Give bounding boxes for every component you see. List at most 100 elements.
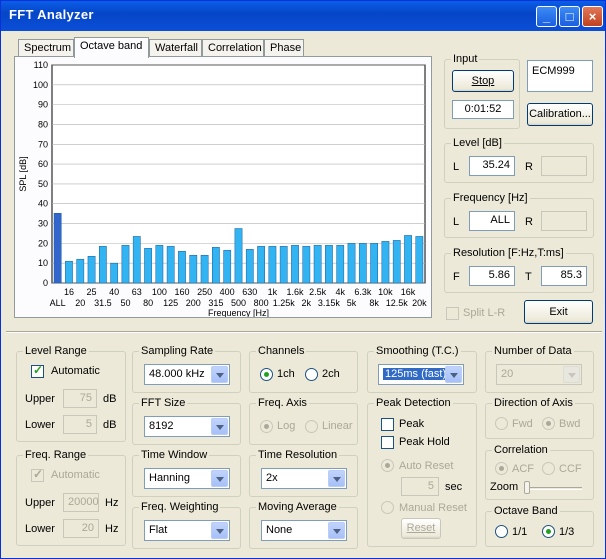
elapsed-time: 0:01:52 [452, 100, 514, 119]
tab-octave-band[interactable]: Octave band [74, 37, 149, 58]
time-window-select[interactable]: Hanning [144, 468, 230, 489]
manual-reset-radio[interactable] [381, 501, 394, 514]
bar [110, 262, 119, 284]
octave-1-1-radio[interactable] [495, 525, 508, 538]
chevron-down-icon[interactable] [328, 522, 345, 539]
chevron-down-icon[interactable] [211, 366, 228, 383]
peak-hold-checkbox[interactable] [381, 436, 394, 449]
chevron-down-icon[interactable] [211, 470, 228, 487]
bar [212, 247, 220, 284]
bar [121, 245, 130, 284]
level-r-value [541, 156, 587, 176]
correlation-acf-label: ACF [512, 463, 534, 475]
moving-average-select[interactable]: None [261, 520, 347, 541]
time-window-title: Time Window [139, 449, 210, 461]
input-group: Input Stop 0:01:52 [444, 53, 520, 129]
exit-button[interactable]: Exit [524, 300, 593, 324]
reset-button[interactable]: Reset [401, 518, 441, 539]
level-auto-checkbox[interactable]: ✓ [31, 363, 44, 378]
bar [65, 260, 73, 284]
smoothing-group: Smoothing (T.C.) 125ms (fast) [367, 345, 477, 393]
maximize-icon[interactable]: □ [559, 6, 580, 27]
octave-1-3-radio[interactable] [542, 525, 555, 538]
freq-upper-unit: Hz [105, 497, 119, 509]
y-tick-label: 10 [38, 258, 48, 268]
tab-phase[interactable]: Phase [264, 39, 304, 57]
number-of-data-select[interactable]: 20 [496, 364, 582, 385]
zoom-slider-track[interactable] [524, 487, 582, 490]
bar [223, 250, 232, 284]
title-bar[interactable]: FFT Analyzer _ □ × [1, 1, 605, 31]
chevron-down-icon[interactable] [211, 522, 228, 539]
y-tick-label: 100 [33, 80, 48, 90]
auto-reset-radio[interactable] [381, 459, 394, 472]
level-lower-field[interactable]: 5 [63, 415, 97, 434]
stop-button[interactable]: Stop [452, 70, 514, 92]
correlation-ccf-radio[interactable] [542, 462, 555, 475]
split-lr-checkbox[interactable] [446, 307, 459, 320]
calibration-button[interactable]: Calibration... [527, 103, 593, 126]
bar [336, 245, 345, 284]
x-tick-label-top: 250 [197, 287, 212, 297]
level-title: Level [dB] [451, 137, 504, 149]
level-upper-field[interactable]: 75 [63, 389, 97, 408]
manual-reset-label: Manual Reset [399, 502, 467, 514]
x-tick-label-bottom: 50 [120, 298, 130, 308]
direction-axis-title: Direction of Axis [492, 397, 575, 409]
smoothing-select[interactable]: 125ms (fast) [378, 364, 464, 385]
chevron-down-icon[interactable] [445, 366, 462, 383]
fft-size-select[interactable]: 8192 [144, 416, 230, 437]
correlation-acf-radio[interactable] [495, 462, 508, 475]
resolution-f-value: 5.86 [469, 266, 515, 286]
x-tick-label-top: 6.3k [354, 287, 372, 297]
freq-upper-field[interactable]: 20000 [63, 493, 99, 512]
freq-weighting-select[interactable]: Flat [144, 520, 230, 541]
fft-size-value: 8192 [149, 420, 174, 432]
chevron-down-icon[interactable] [211, 418, 228, 435]
level-group: Level [dB] L 35.24 R [444, 137, 594, 183]
x-tick-label-bottom: 125 [163, 298, 178, 308]
bar [178, 251, 186, 284]
x-tick-label-top: 25 [87, 287, 97, 297]
direction-fwd-radio[interactable] [495, 417, 508, 430]
correlation-group: Correlation ACF CCF Zoom [485, 444, 594, 500]
tab-waterfall[interactable]: Waterfall [149, 39, 202, 57]
bar [370, 243, 379, 284]
x-tick-label-top: 100 [152, 287, 167, 297]
direction-fwd-label: Fwd [512, 418, 533, 430]
chevron-down-icon[interactable] [563, 366, 580, 383]
zoom-slider-thumb[interactable] [524, 481, 530, 494]
channels-title: Channels [256, 345, 307, 357]
freq-lower-field[interactable]: 20 [63, 519, 99, 538]
x-tick-label-top: 160 [174, 287, 189, 297]
freq-lower-unit: Hz [105, 523, 119, 535]
sampling-rate-select[interactable]: 48.000 kHz [144, 364, 230, 385]
freq-axis-log-radio[interactable] [260, 420, 273, 433]
freq-auto-checkbox[interactable]: ✓ [31, 467, 44, 482]
minimize-icon[interactable]: _ [536, 6, 557, 27]
auto-reset-seconds[interactable]: 5 [401, 477, 439, 496]
direction-axis-group: Direction of Axis Fwd Bwd [485, 397, 594, 439]
bar [404, 235, 412, 284]
peak-checkbox[interactable] [381, 418, 394, 431]
resolution-f-label: F [453, 271, 460, 283]
number-of-data-title: Number of Data [492, 345, 574, 357]
time-resolution-title: Time Resolution [256, 449, 340, 461]
freq-axis-linear-radio[interactable] [305, 420, 318, 433]
chevron-down-icon[interactable] [328, 470, 345, 487]
time-resolution-select[interactable]: 2x [261, 468, 347, 489]
bar [415, 236, 424, 284]
close-icon[interactable]: × [582, 6, 603, 27]
x-tick-label-bottom: 80 [143, 298, 153, 308]
direction-bwd-radio[interactable] [542, 417, 555, 430]
tab-correlation[interactable]: Correlation [202, 39, 264, 57]
fft-size-group: FFT Size 8192 [132, 397, 241, 445]
channel-1ch-radio[interactable] [260, 368, 273, 381]
freq-weighting-value: Flat [149, 524, 168, 536]
channel-2ch-radio[interactable] [305, 368, 318, 381]
tab-spectrum[interactable]: Spectrum [18, 39, 74, 57]
bar [279, 246, 288, 284]
moving-average-value: None [266, 524, 293, 536]
bar [257, 246, 265, 284]
y-tick-label: 50 [38, 179, 48, 189]
